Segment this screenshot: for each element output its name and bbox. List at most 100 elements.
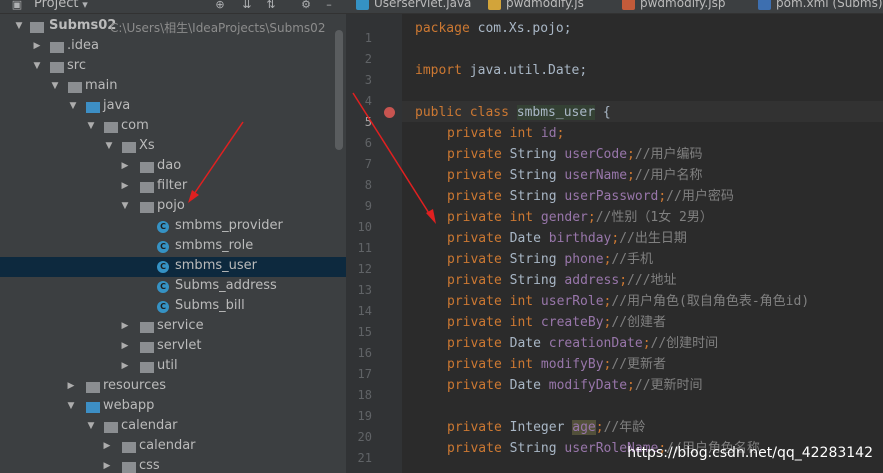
chevron-down-icon[interactable]: ▼ (50, 80, 60, 92)
package-icon (104, 122, 118, 133)
tree-item-subms-address[interactable]: C Subms_address (0, 277, 346, 297)
chevron-right-icon[interactable]: ▶ (66, 380, 76, 392)
tree-item-src[interactable]: ▼ src (0, 57, 346, 77)
source-folder-icon (86, 102, 100, 113)
tree-item-service[interactable]: ▶ service (0, 317, 346, 337)
chevron-right-icon[interactable]: ▶ (102, 440, 112, 452)
chevron-right-icon[interactable]: ▶ (102, 460, 112, 472)
chevron-down-icon[interactable]: ▼ (104, 140, 114, 152)
tree-item-label: smbms_role (175, 238, 254, 253)
chevron-right-icon[interactable]: ▶ (120, 180, 130, 192)
tab-userservlet[interactable]: Userservlet.java (356, 0, 471, 13)
type-name: String (501, 189, 565, 204)
dropdown-icon[interactable]: ▾ (78, 0, 92, 12)
tree-item-calendar[interactable]: ▼ calendar (0, 417, 346, 437)
chevron-right-icon[interactable]: ▶ (120, 320, 130, 332)
line-number-gutter[interactable]: 1 2 3 4 5 6 7 8 9 10 11 12 13 14 15 16 1… (346, 14, 402, 473)
code-line-18[interactable]: private Date modifyDate;//更新时间 (447, 375, 703, 396)
collapse-all-icon[interactable]: ⇊ (240, 0, 254, 12)
chevron-down-icon[interactable]: ▼ (120, 200, 130, 212)
code-line-11[interactable]: private Date birthday;//出生日期 (447, 228, 687, 249)
tree-item-java[interactable]: ▼ java (0, 97, 346, 117)
chevron-right-icon[interactable]: ▶ (32, 40, 42, 52)
code-text: { (595, 105, 611, 120)
code-line-17[interactable]: private int modifyBy;//更新者 (447, 354, 666, 375)
tree-item-pojo[interactable]: ▼ pojo (0, 197, 346, 217)
tree-item-xs[interactable]: ▼ Xs (0, 137, 346, 157)
field-name: userCode (564, 147, 628, 162)
chevron-down-icon[interactable]: ▼ (86, 420, 96, 432)
expand-all-icon[interactable]: ⇅ (264, 0, 278, 12)
tree-item-subms-bill[interactable]: C Subms_bill (0, 297, 346, 317)
project-view-icon[interactable]: ▣ (10, 0, 24, 12)
tree-item-smbms-role[interactable]: C smbms_role (0, 237, 346, 257)
project-panel-title[interactable]: Project (34, 0, 78, 11)
tree-item-servlet[interactable]: ▶ servlet (0, 337, 346, 357)
tree-item-calendar-sub[interactable]: ▶ calendar (0, 437, 346, 457)
comment: //更新时间 (634, 378, 703, 393)
code-line-1[interactable]: package com.Xs.pojo; (415, 18, 572, 39)
code-line-15[interactable]: private int createBy;//创建者 (447, 312, 666, 333)
code-line-12[interactable]: private String phone;//手机 (447, 249, 653, 270)
tree-item-smbms-user[interactable]: C smbms_user (0, 257, 346, 277)
code-line-5[interactable]: public class smbms_user { (415, 102, 611, 123)
code-line-13[interactable]: private String address;///地址 (447, 270, 677, 291)
tree-item-com[interactable]: ▼ com (0, 117, 346, 137)
tab-pom-xml[interactable]: pom.xml (Subms) (758, 0, 883, 13)
tree-item-util[interactable]: ▶ util (0, 357, 346, 377)
code-line-3[interactable]: import java.util.Date; (415, 60, 587, 81)
tree-item-subms02[interactable]: ▼ Subms02 C:\Users\相生\IdeaProjects\Subms… (0, 17, 346, 37)
tree-item-main[interactable]: ▼ main (0, 77, 346, 97)
locate-icon[interactable]: ⊕ (213, 0, 227, 12)
tree-item-webapp[interactable]: ▼ webapp (0, 397, 346, 417)
chevron-down-icon[interactable]: ▼ (68, 100, 78, 112)
gear-icon[interactable]: ⚙ (299, 0, 313, 12)
project-scrollbar[interactable] (335, 30, 343, 150)
type-name (533, 357, 541, 372)
field-name: userRole (540, 294, 604, 309)
tab-pwdmodify-js[interactable]: pwdmodify.js (488, 0, 584, 13)
tree-item-idea[interactable]: ▶ .idea (0, 37, 346, 57)
tree-item-smbms-provider[interactable]: C smbms_provider (0, 217, 346, 237)
chevron-down-icon[interactable]: ▼ (66, 400, 76, 412)
chevron-right-icon[interactable]: ▶ (120, 160, 130, 172)
code-line-6[interactable]: private int id; (447, 123, 564, 144)
comment: //用户名称 (634, 168, 703, 183)
keyword: private (447, 378, 502, 393)
code-line-7[interactable]: private String userCode;//用户编码 (447, 144, 703, 165)
tree-item-css[interactable]: ▶ css (0, 457, 346, 473)
code-line-16[interactable]: private Date creationDate;//创建时间 (447, 333, 718, 354)
code-line-14[interactable]: private int userRole;//用户角色(取自角色表-角色id) (447, 291, 809, 312)
minimize-icon[interactable]: – (322, 0, 336, 12)
tree-item-resources[interactable]: ▶ resources (0, 377, 346, 397)
tab-pwdmodify-jsp[interactable]: pwdmodify.jsp (622, 0, 725, 13)
comment: //创建者 (611, 315, 667, 330)
code-editor[interactable]: Userservlet.java pwdmodify.js pwdmodify.… (346, 0, 883, 473)
tree-item-filter[interactable]: ▶ filter (0, 177, 346, 197)
code-line-20[interactable]: private Integer age;//年龄 (447, 417, 645, 438)
tree-item-label: util (157, 358, 178, 373)
line-number: 2 (364, 52, 372, 66)
field-name: phone (564, 252, 604, 267)
chevron-right-icon[interactable]: ▶ (120, 360, 130, 372)
package-icon (140, 202, 154, 213)
comment: ///地址 (627, 273, 677, 288)
type-name: String (501, 273, 565, 288)
chevron-down-icon[interactable]: ▼ (32, 60, 42, 72)
chevron-down-icon[interactable]: ▼ (86, 120, 96, 132)
code-text: ; (627, 147, 635, 162)
tree-item-dao[interactable]: ▶ dao (0, 157, 346, 177)
code-line-10[interactable]: private int gender;//性别（1女 2男） (447, 207, 713, 228)
code-text: ; (642, 336, 651, 351)
code-text: ; (627, 378, 635, 393)
chevron-right-icon[interactable]: ▶ (120, 340, 130, 352)
chevron-down-icon[interactable]: ▼ (14, 20, 24, 32)
tree-item-label: pojo (157, 198, 185, 213)
code-text: java.util.Date; (461, 63, 588, 78)
tree-item-label: .idea (67, 38, 99, 53)
package-icon (122, 142, 136, 153)
folder-icon (104, 422, 118, 433)
code-line-9[interactable]: private String userPassword;//用户密码 (447, 186, 734, 207)
breakpoint-icon[interactable] (384, 107, 395, 118)
code-line-8[interactable]: private String userName;//用户名称 (447, 165, 703, 186)
